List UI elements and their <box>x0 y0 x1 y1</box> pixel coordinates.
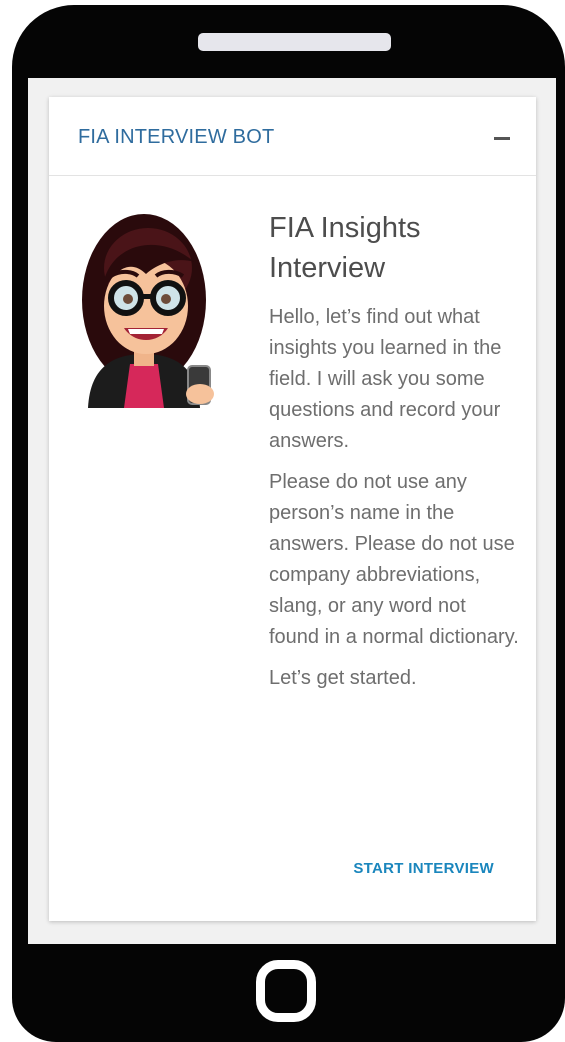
headline: FIA Insights Interview <box>269 212 421 284</box>
intro-paragraph: Hello, let’s find out what insights you … <box>269 306 502 452</box>
bot-avatar-icon <box>82 214 214 408</box>
interview-intro: FIA Insights Interview Hello, let’s find… <box>269 208 521 704</box>
interview-bot-card: FIA INTERVIEW BOT FIA Insights Interview… <box>49 97 536 921</box>
phone-frame: FIA INTERVIEW BOT FIA Insights Interview… <box>12 5 565 1042</box>
start-interview-button[interactable]: START INTERVIEW <box>353 860 494 877</box>
card-title: FIA INTERVIEW BOT <box>78 126 275 148</box>
card-header: FIA INTERVIEW BOT <box>49 97 536 176</box>
home-button[interactable] <box>256 960 316 1022</box>
phone-screen: FIA INTERVIEW BOT FIA Insights Interview… <box>28 78 556 944</box>
rules-paragraph: Please do not use any person’s name in t… <box>269 471 519 648</box>
phone-speaker <box>198 33 391 51</box>
minus-icon[interactable] <box>492 131 512 147</box>
start-prompt: Let’s get started. <box>269 667 417 689</box>
